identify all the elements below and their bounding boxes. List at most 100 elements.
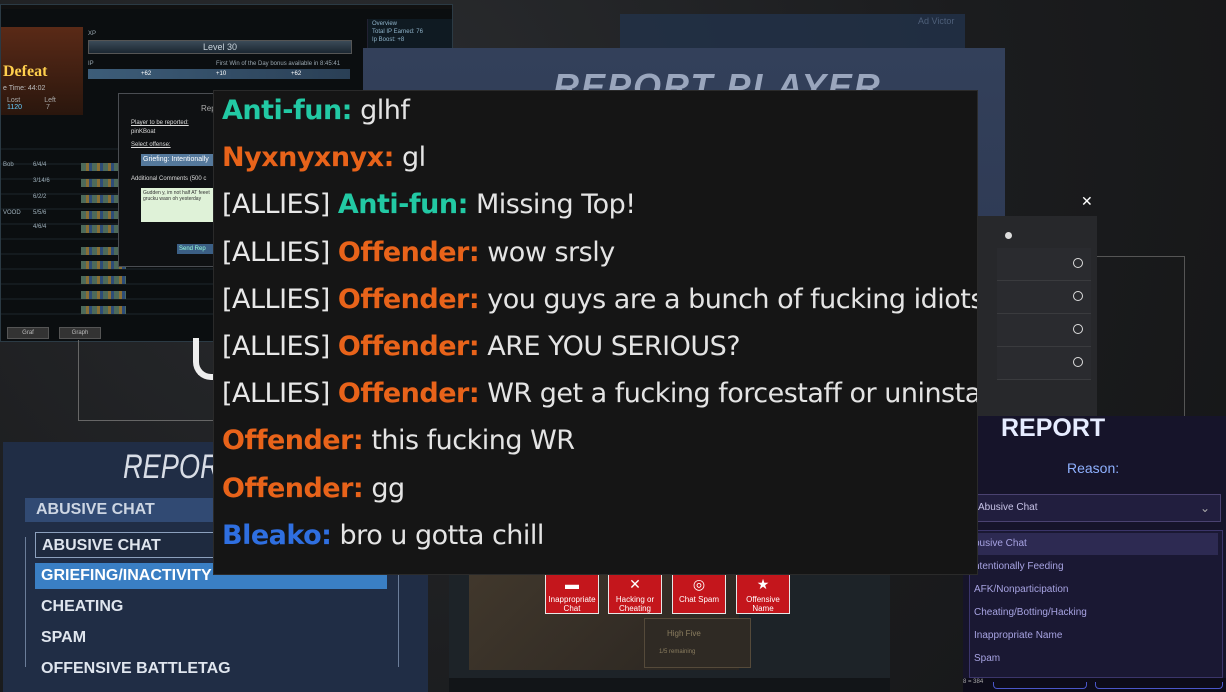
comments-label: Additional Comments (500 c bbox=[131, 176, 207, 182]
radio-row[interactable] bbox=[997, 314, 1091, 347]
reason-option[interactable]: Spam bbox=[972, 648, 1218, 670]
close-icon[interactable]: ✕ bbox=[1081, 193, 1093, 210]
chat-message: [ALLIES] Anti-fun: Missing Top! bbox=[222, 189, 636, 220]
ip-label: IP bbox=[88, 61, 94, 67]
player-name: pinKBoat bbox=[131, 129, 156, 135]
scoreboard-kda: 3/14/6 bbox=[33, 178, 50, 184]
radio-row[interactable] bbox=[997, 248, 1091, 281]
scoreboard-kda: 6/4/4 bbox=[33, 162, 47, 168]
reason-option[interactable]: Inappropriate Name bbox=[972, 625, 1218, 647]
reason-option[interactable]: busive Chat bbox=[972, 533, 1218, 555]
chat-message: [ALLIES] Offender: wow srsly bbox=[222, 237, 615, 268]
sender-name: Nyxnyxnyx: bbox=[222, 142, 394, 174]
sender-name: Offender: bbox=[222, 472, 364, 504]
channel-tag: [ALLIES] bbox=[222, 236, 330, 268]
left-label: Left bbox=[44, 97, 56, 104]
xp-bar: Level 30 bbox=[88, 40, 352, 54]
message-text: WR get a fucking forcestaff or uninstall bbox=[487, 378, 978, 410]
radio-button-icon[interactable] bbox=[1073, 324, 1083, 334]
report-options-panel bbox=[977, 216, 1097, 416]
player-label: Player to be reported: bbox=[131, 120, 189, 126]
ip-plus-3: +62 bbox=[291, 71, 302, 77]
chat-spam-button[interactable]: ◎ Chat Spam bbox=[672, 572, 726, 614]
message-text: gl bbox=[401, 142, 426, 174]
chat-message: Offender: gg bbox=[222, 473, 405, 504]
sender-name: Anti-fun: bbox=[222, 95, 352, 126]
radio-button-icon[interactable] bbox=[1073, 357, 1083, 367]
sender-name: Offender: bbox=[337, 331, 480, 362]
offensive-name-button[interactable]: ★ Offensive Name bbox=[736, 572, 790, 614]
item-icons bbox=[81, 306, 126, 314]
reason-label: Reason: bbox=[1067, 460, 1120, 476]
hacking-cheating-button[interactable]: ✕ Hacking or Cheating bbox=[608, 572, 662, 614]
star-icon: ★ bbox=[756, 576, 770, 592]
defeat-label: Defeat bbox=[3, 63, 48, 80]
channel-tag: [ALLIES] bbox=[222, 189, 330, 221]
radio-row[interactable] bbox=[997, 347, 1091, 380]
reason-dropdown[interactable]: Abusive Chat ⌄ bbox=[969, 494, 1221, 522]
lost-value: 1120 bbox=[7, 104, 23, 111]
ip-plus-2: +10 bbox=[216, 71, 227, 77]
offense-select[interactable]: Griefing: Intentionally bbox=[141, 154, 217, 166]
high-five-label: High Five bbox=[667, 629, 701, 638]
button-label: Hacking or Cheating bbox=[615, 595, 655, 613]
game-report-screen: High Five 1/5 remaining bbox=[449, 560, 890, 692]
channel-tag: [ALLIES] bbox=[222, 283, 330, 315]
reason-option[interactable]: Cheating/Botting/Hacking bbox=[972, 602, 1218, 624]
high-five-box[interactable]: High Five 1/5 remaining bbox=[644, 618, 751, 668]
hots-report-title: REPORT bbox=[1001, 416, 1106, 442]
channel-tag: [ALLIES] bbox=[222, 378, 330, 410]
footer-text: 8 = 384 bbox=[963, 679, 984, 685]
overview-line: Total IP Earned: 76 bbox=[372, 29, 423, 35]
item-icons bbox=[81, 276, 126, 284]
sender-name: Offender: bbox=[337, 378, 480, 410]
sender-name: Anti-fun: bbox=[337, 189, 468, 221]
message-text: wow srsly bbox=[487, 236, 615, 268]
reason-option[interactable]: AFK/Nonparticipation bbox=[972, 579, 1218, 601]
sender-name: Offender: bbox=[337, 283, 480, 315]
radio-button-icon[interactable] bbox=[1073, 291, 1083, 301]
message-text: Missing Top! bbox=[475, 189, 636, 221]
chat-message: [ALLIES] Offender: WR get a fucking forc… bbox=[222, 378, 978, 410]
chat-bubble-icon: ▬ bbox=[565, 576, 579, 592]
button-label: Offensive Name bbox=[746, 595, 780, 613]
lol-report-dialog: Rep Player to be reported: pinKBoat Sele… bbox=[118, 93, 218, 267]
dropdown-value: Abusive Chat bbox=[978, 502, 1038, 513]
inappropriate-chat-button[interactable]: ▬ Inappropriate Chat bbox=[545, 572, 599, 614]
message-text: glhf bbox=[360, 95, 410, 126]
game-time: e Time: 44:02 bbox=[3, 85, 46, 92]
button-label: Chat Spam bbox=[678, 595, 720, 604]
message-text: bro u gotta chill bbox=[339, 519, 545, 551]
button-label: Inappropriate Chat bbox=[548, 595, 596, 613]
overview-title: Overview bbox=[372, 21, 398, 27]
reason-option[interactable]: ntentionally Feeding bbox=[972, 556, 1218, 578]
spiral-icon: ◎ bbox=[692, 576, 706, 592]
graf-button[interactable]: Graf bbox=[7, 327, 49, 339]
comments-textarea[interactable]: Gudden y, im not half AT feeet grucku wa… bbox=[141, 188, 217, 222]
scoreboard-name: VOOD bbox=[3, 210, 21, 216]
message-text: ARE YOU SERIOUS? bbox=[487, 331, 741, 362]
message-text: you guys are a bunch of fucking idiots bbox=[487, 283, 978, 315]
level-text: Level 30 bbox=[202, 42, 238, 52]
message-text: this fucking WR bbox=[371, 425, 575, 457]
radio-button-icon[interactable] bbox=[1073, 258, 1083, 268]
message-text: gg bbox=[371, 472, 405, 504]
radio-row[interactable] bbox=[997, 281, 1091, 314]
scoreboard-kda: 4/6/4 bbox=[33, 224, 47, 230]
item-icons bbox=[81, 291, 126, 299]
send-report-button[interactable]: Send Rep bbox=[177, 244, 217, 254]
footer-button[interactable] bbox=[993, 682, 1087, 689]
chat-message: Anti-fun: glhf bbox=[222, 95, 410, 126]
footer-button[interactable] bbox=[1095, 682, 1223, 689]
first-win-text: First Win of the Day bonus available in … bbox=[216, 61, 341, 67]
offense-label: Select offense: bbox=[131, 142, 171, 148]
xp-label: XP bbox=[88, 31, 97, 37]
ow-option[interactable]: OFFENSIVE BATTLETAG bbox=[35, 656, 387, 682]
graph-button[interactable]: Graph bbox=[59, 327, 101, 339]
ow-option[interactable]: SPAM bbox=[35, 625, 387, 651]
bottom-strip bbox=[449, 678, 890, 692]
scoreboard-kda: 5/5/6 bbox=[33, 210, 47, 216]
high-five-remaining: 1/5 remaining bbox=[659, 649, 696, 655]
ow-option[interactable]: CHEATING bbox=[35, 594, 387, 620]
crossed-swords-icon: ✕ bbox=[629, 576, 641, 592]
